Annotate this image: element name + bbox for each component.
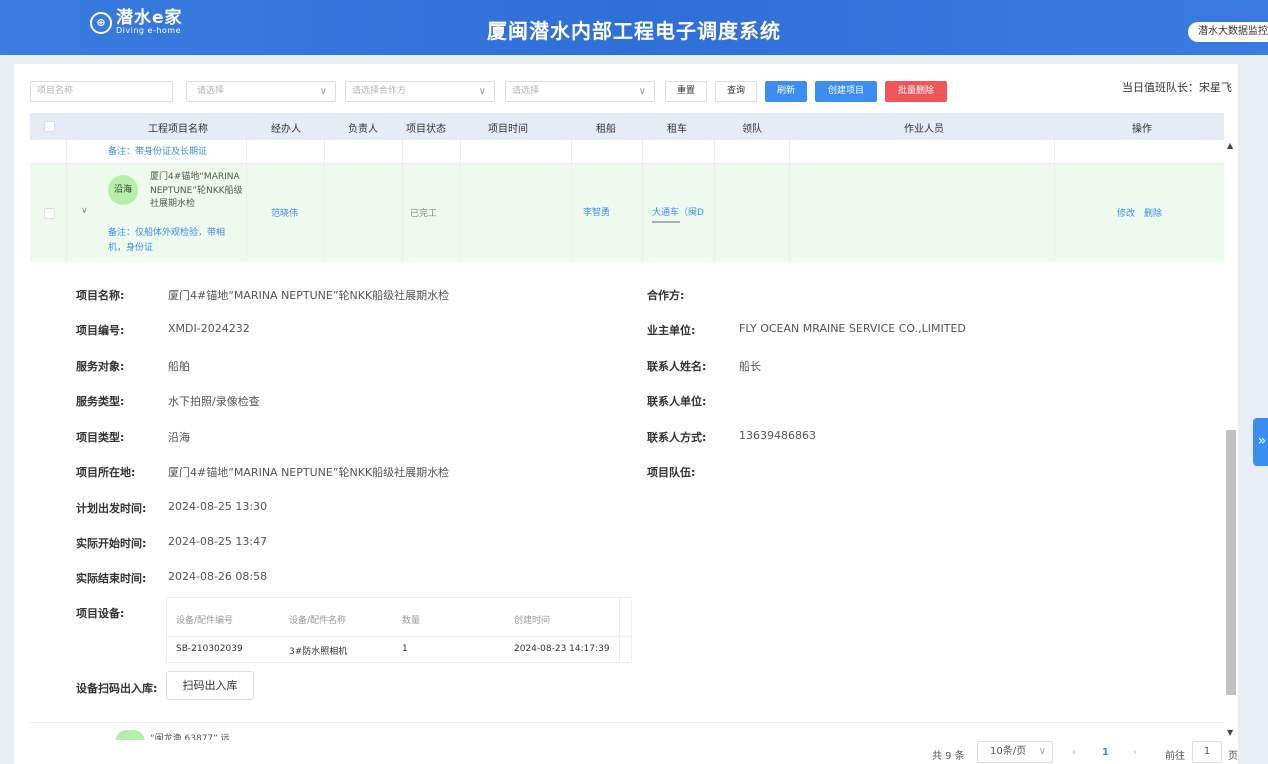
chevron-down-icon: ∨	[638, 86, 646, 97]
big-data-monitor-button[interactable]: 潜水大数据监控	[1188, 22, 1268, 42]
row-checkbox[interactable]	[44, 208, 55, 219]
detail-value: 船长	[739, 360, 761, 373]
next-page-icon[interactable]: ›	[1133, 747, 1137, 758]
detail-label: 项目名称:	[76, 289, 125, 302]
scan-in-out-button[interactable]: 扫码出入库	[166, 671, 254, 700]
goto-label: 前往	[1165, 751, 1185, 762]
select-filter-3[interactable]: 请选择 ∨	[505, 81, 655, 102]
col-car: 租车	[667, 124, 687, 135]
car-cell: 大通车（闽D	[652, 208, 704, 218]
select-filter-1[interactable]: 请选择 ∨	[186, 81, 336, 102]
query-button[interactable]: 查询	[715, 81, 757, 102]
refresh-button[interactable]: 刷新	[765, 81, 807, 102]
col-actions: 操作	[1132, 124, 1152, 135]
detail-value: 厦门4#锚地“MARINA NEPTUNE”轮NKK船级社展期水检	[168, 289, 450, 302]
detail-value: 沿海	[168, 431, 190, 444]
detail-label: 项目编号:	[76, 324, 125, 337]
equipment-col-qty: 数量	[402, 616, 421, 626]
prev-page-icon[interactable]: ‹	[1072, 747, 1076, 758]
expand-side-panel-icon[interactable]: »	[1253, 418, 1268, 466]
batch-delete-button[interactable]: 批量删除	[885, 81, 947, 102]
detail-label: 联系人姓名:	[647, 360, 707, 373]
detail-value: XMDI-2024232	[168, 322, 250, 335]
detail-value: 2024-08-25 13:47	[168, 535, 268, 548]
equipment-col-code: 设备/配件编号	[176, 616, 234, 626]
equipment-created: 2024-08-23 14:17:39	[514, 644, 610, 654]
equipment-qty: 1	[402, 644, 408, 654]
detail-label: 实际开始时间:	[76, 537, 147, 550]
detail-label: 联系人单位:	[647, 395, 707, 408]
detail-label: 实际结束时间:	[76, 572, 147, 585]
goto-page-input[interactable]: 1	[1192, 741, 1222, 763]
col-project-name: 工程项目名称	[148, 124, 208, 135]
project-note: 备注：仅船体外观检验，带相机，身份证	[108, 228, 226, 253]
equipment-label: 项目设备:	[76, 607, 125, 620]
detail-label: 项目队伍:	[647, 466, 696, 479]
col-boat: 租船	[596, 124, 616, 135]
expand-chevron-icon[interactable]: ∨	[81, 206, 88, 216]
col-leader: 领队	[742, 124, 762, 135]
detail-label: 服务对象:	[76, 360, 125, 373]
page-size-select[interactable]: 10条/页 ∨	[977, 741, 1053, 763]
chevron-down-icon: ∨	[478, 86, 486, 97]
detail-label: 联系人方式:	[647, 431, 707, 444]
project-type-badge: 沿海	[108, 175, 138, 205]
detail-value: FLY OCEAN MRAINE SERVICE CO.,LIMITED	[739, 322, 966, 335]
top-bar: ⊕ 潜水e家 Diving e-home 厦闽潜水内部工程电子调度系统 潜水大数…	[0, 0, 1268, 55]
detail-label: 合作方:	[647, 289, 685, 302]
page-current[interactable]: 1	[1102, 747, 1109, 758]
detail-value: 水下拍照/录像检查	[168, 395, 260, 408]
equipment-code: SB-210302039	[176, 644, 243, 654]
detail-value: 厦门4#锚地“MARINA NEPTUNE”轮NKK船级社展期水检	[168, 466, 450, 479]
partner-select[interactable]: 请选择合作方 ∨	[345, 81, 495, 102]
create-project-button[interactable]: 创建项目	[815, 81, 877, 102]
equipment-col-created: 创建时间	[514, 616, 551, 626]
detail-label: 项目所在地:	[76, 466, 136, 479]
car-cell-scrollbar[interactable]	[652, 221, 680, 223]
col-time: 项目时间	[488, 124, 528, 135]
detail-value: 船舶	[168, 360, 190, 373]
col-manager: 负责人	[348, 124, 378, 135]
detail-label: 业主单位:	[647, 324, 696, 337]
select-all-checkbox[interactable]	[44, 121, 55, 132]
col-status: 项目状态	[406, 124, 446, 135]
detail-value: 2024-08-25 13:30	[168, 500, 268, 513]
detail-value: 13639486863	[739, 429, 816, 442]
table-header: 工程项目名称 经办人 负责人 项目状态 项目时间 租船 租车 领队 作业人员 操…	[30, 113, 1224, 140]
chevron-down-icon: ∨	[319, 86, 327, 97]
delete-link[interactable]: 删除	[1144, 206, 1162, 219]
scan-label: 设备扫码出入库:	[76, 682, 158, 695]
equipment-table: 设备/配件编号 设备/配件名称 数量 创建时间 SB-210302039 3#防…	[166, 597, 632, 663]
chevron-down-icon: ∨	[1038, 746, 1046, 757]
system-title: 厦闽潜水内部工程电子调度系统	[487, 19, 781, 43]
project-name-cell: 厦门4#锚地“MARINA NEPTUNE”轮NKK船级社展期水检	[150, 172, 243, 209]
detail-label: 服务类型:	[76, 395, 125, 408]
scroll-down-icon[interactable]: ▼	[1227, 728, 1233, 737]
duty-captain: 当日值班队长：宋星飞	[1122, 81, 1232, 94]
detail-label: 计划出发时间:	[76, 502, 147, 515]
page-suffix: 页	[1228, 751, 1238, 762]
handler-cell: 范晓伟	[271, 209, 299, 219]
col-handler: 经办人	[271, 124, 301, 135]
scroll-up-icon[interactable]: ▲	[1227, 141, 1233, 150]
status-cell: 已完工	[410, 209, 438, 219]
reset-button[interactable]: 重置	[665, 81, 707, 102]
detail-value: 2024-08-26 08:58	[168, 570, 268, 583]
pager-total: 共 9 条	[932, 751, 965, 762]
equipment-name: 3#防水照相机	[289, 647, 348, 657]
detail-label: 项目类型:	[76, 431, 125, 444]
equipment-col-name: 设备/配件名称	[289, 616, 347, 626]
next-row-name: “闽龙渔 63877” 远	[150, 734, 230, 740]
edit-link[interactable]: 修改	[1117, 206, 1135, 219]
prev-row-note: 备注：带身份证及长期证	[108, 147, 208, 157]
project-name-input[interactable]: 项目名称	[30, 81, 173, 102]
scrollbar-thumb[interactable]	[1226, 430, 1236, 695]
boat-cell: 李智勇	[583, 208, 611, 218]
col-workers: 作业人员	[904, 124, 944, 135]
